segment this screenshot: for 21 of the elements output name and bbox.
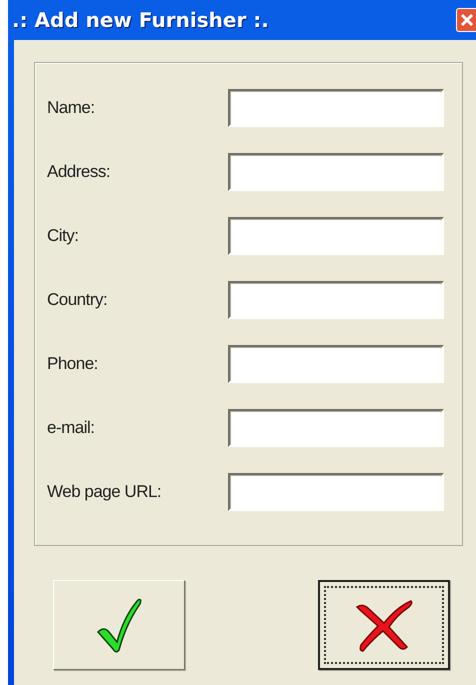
input-field[interactable] bbox=[228, 89, 444, 127]
field-label: Country: bbox=[47, 289, 108, 312]
input-field[interactable] bbox=[228, 217, 444, 255]
window-title: .: Add new Furnisher :. bbox=[12, 7, 269, 34]
ok-button[interactable] bbox=[53, 580, 185, 670]
close-button[interactable] bbox=[456, 8, 476, 32]
field-label: Address: bbox=[47, 161, 110, 184]
input-field[interactable] bbox=[228, 409, 444, 447]
checkmark-icon bbox=[96, 596, 142, 654]
field-label: City: bbox=[47, 225, 78, 248]
field-label: Phone: bbox=[47, 353, 98, 376]
input-field[interactable] bbox=[228, 473, 444, 511]
field-label: Name: bbox=[47, 97, 95, 120]
field-label: e-mail: bbox=[47, 417, 95, 440]
cross-icon bbox=[353, 597, 415, 653]
close-icon bbox=[460, 13, 474, 27]
field-label: Web page URL: bbox=[47, 481, 162, 504]
input-field[interactable] bbox=[228, 345, 444, 383]
cancel-button[interactable] bbox=[318, 580, 450, 670]
input-field[interactable] bbox=[228, 153, 444, 191]
input-field[interactable] bbox=[228, 281, 444, 319]
